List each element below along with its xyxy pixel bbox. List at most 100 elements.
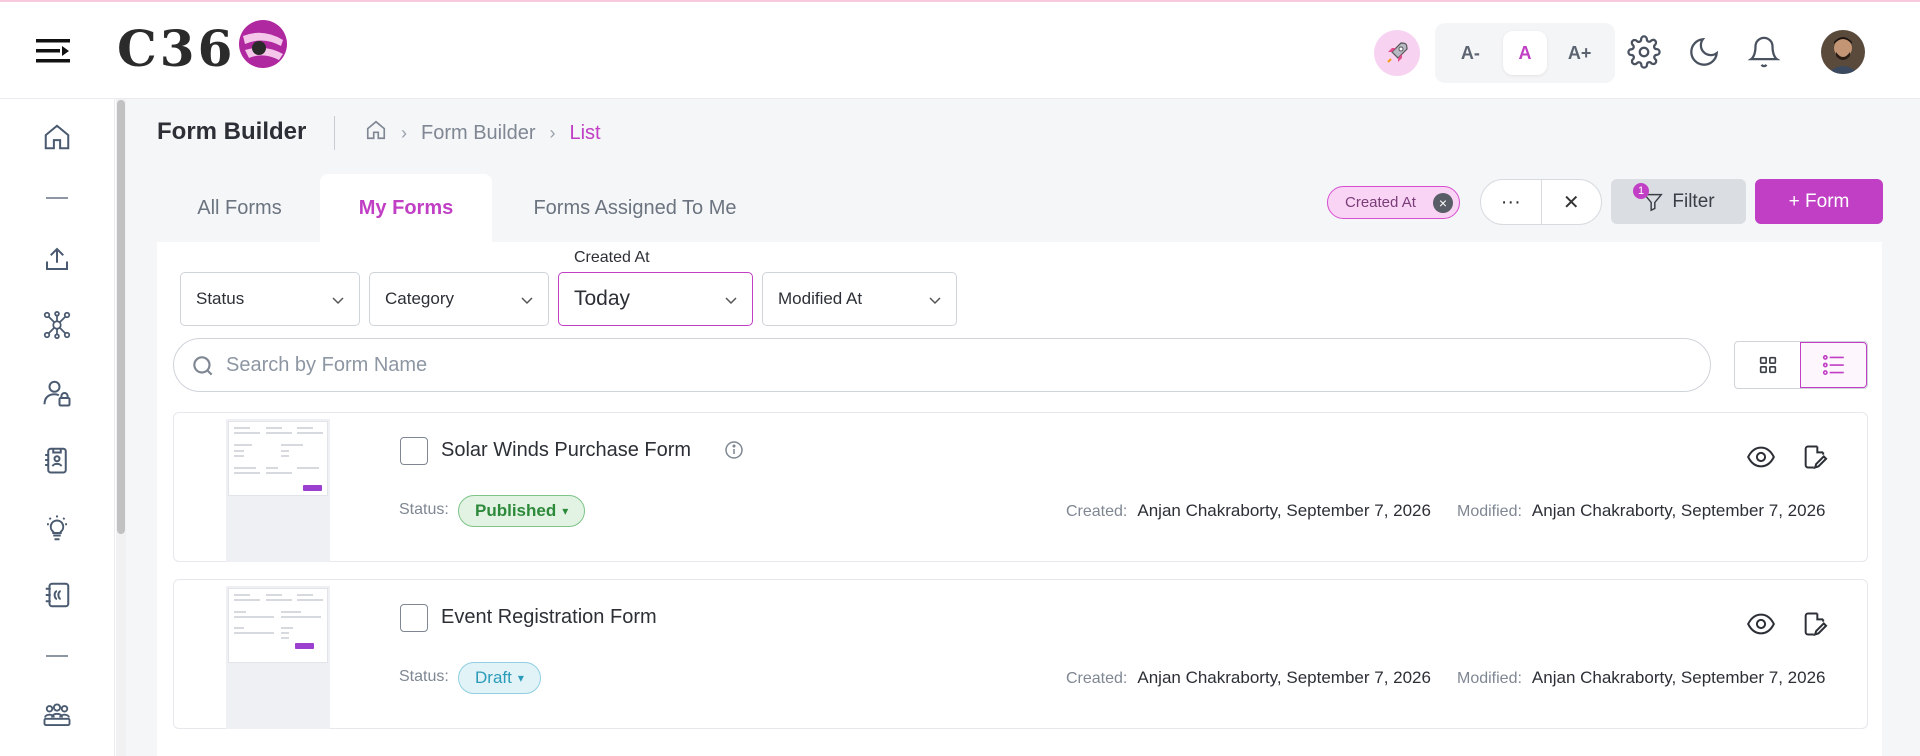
modified-info: Modified: Anjan Chakraborty, September 7,… [1457, 668, 1826, 688]
sidebar-user-lock-icon[interactable] [40, 376, 74, 410]
created-value: Anjan Chakraborty, September 7, 2026 [1137, 501, 1431, 520]
chevron-down-icon [929, 297, 941, 305]
status-badge[interactable]: Draft ▾ [458, 662, 541, 694]
sidebar-upload-icon[interactable] [40, 242, 74, 276]
created-label: Created: [1066, 503, 1128, 520]
chevron-down-icon: ▾ [562, 504, 569, 518]
dark-mode-moon-icon[interactable] [1687, 35, 1721, 69]
logo-sphere-icon [237, 18, 289, 70]
top-bar: C36 A- A A+ [0, 0, 1920, 99]
form-thumbnail [226, 419, 330, 562]
modified-at-filter-select[interactable]: Modified At [762, 272, 957, 326]
sidebar-divider [46, 197, 68, 199]
tab-forms-assigned-to-me[interactable]: Forms Assigned To Me [510, 174, 760, 242]
sidebar-home-icon[interactable] [40, 120, 74, 154]
modified-value: Anjan Chakraborty, September 7, 2026 [1531, 668, 1826, 687]
font-default-button[interactable]: A [1502, 31, 1547, 75]
chevron-down-icon: ▾ [517, 671, 524, 685]
form-select-checkbox[interactable] [400, 604, 428, 632]
sidebar-team-icon[interactable] [40, 698, 74, 732]
toolbar-pill-group: ··· ✕ [1480, 179, 1602, 225]
category-filter-select[interactable]: Category [369, 272, 549, 326]
status-value: Draft [475, 668, 512, 687]
status-label: Status: [399, 501, 449, 518]
view-toggle [1734, 341, 1868, 389]
view-eye-icon[interactable] [1747, 610, 1775, 638]
font-increase-button[interactable]: A+ [1558, 31, 1602, 75]
list-icon [1822, 354, 1844, 376]
modified-label: Modified: [1457, 503, 1522, 520]
breadcrumb-current: List [569, 121, 601, 144]
breadcrumb-home-icon[interactable] [365, 119, 387, 147]
created-at-filter-select[interactable]: Today [558, 272, 753, 326]
status-label: Status: [399, 668, 449, 685]
filter-count-badge: 1 [1633, 183, 1649, 199]
active-filter-chip-label: Created At [1345, 194, 1416, 211]
active-filter-chip[interactable]: Created At × [1327, 186, 1460, 219]
created-at-label: Created At [574, 249, 650, 266]
breadcrumb-form-builder-link[interactable]: Form Builder [421, 122, 535, 145]
page-title: Form Builder [157, 118, 307, 145]
search-icon [193, 356, 213, 376]
status-value: Published [475, 501, 557, 520]
list-view-button[interactable] [1800, 342, 1867, 388]
form-name[interactable]: Event Registration Form [441, 606, 657, 629]
sidebar-contacts-book-icon[interactable] [40, 578, 74, 612]
filter-button[interactable]: 1 Filter [1611, 179, 1746, 224]
sidebar-network-icon[interactable] [40, 308, 74, 342]
menu-toggle-icon[interactable] [36, 36, 70, 66]
created-info: Created: Anjan Chakraborty, September 7, … [1066, 668, 1431, 688]
modified-value: Anjan Chakraborty, September 7, 2026 [1531, 501, 1826, 520]
info-icon[interactable] [724, 440, 744, 460]
created-at-filter-value: Today [574, 287, 631, 310]
more-options-button[interactable]: ··· [1481, 180, 1541, 224]
form-preview-image [228, 588, 328, 663]
search-input[interactable] [226, 339, 1686, 391]
settings-gear-icon[interactable] [1627, 35, 1661, 69]
chevron-down-icon [725, 297, 737, 305]
notifications-bell-icon[interactable] [1747, 35, 1781, 69]
edit-form-icon[interactable] [1801, 610, 1829, 638]
created-value: Anjan Chakraborty, September 7, 2026 [1137, 668, 1431, 687]
font-decrease-button[interactable]: A- [1448, 31, 1492, 75]
logo-text: C36 [117, 18, 236, 78]
grid-view-button[interactable] [1735, 342, 1800, 388]
filter-button-label: Filter [1672, 190, 1715, 212]
edit-form-icon[interactable] [1801, 443, 1829, 471]
modified-info: Modified: Anjan Chakraborty, September 7,… [1457, 501, 1826, 521]
created-label: Created: [1066, 670, 1128, 687]
category-filter-value: Category [385, 289, 454, 308]
status-filter-value: Status [196, 289, 245, 308]
modified-at-filter-value: Modified At [778, 289, 863, 308]
status-badge[interactable]: Published ▾ [458, 495, 586, 527]
form-card[interactable]: Solar Winds Purchase Form Status: Publis… [173, 412, 1868, 562]
sidebar-badge-icon[interactable] [40, 443, 74, 477]
breadcrumb-chevron-icon: › [549, 122, 556, 143]
form-preview-image [228, 421, 328, 496]
app-logo[interactable]: C36 [117, 18, 289, 78]
form-select-checkbox[interactable] [400, 437, 428, 465]
clear-filters-button[interactable]: ✕ [1540, 180, 1602, 224]
chevron-down-icon [521, 297, 533, 305]
sidebar-divider [46, 655, 68, 657]
rocket-icon [1387, 42, 1408, 63]
chevron-down-icon [332, 297, 344, 305]
sidebar-lightbulb-icon[interactable] [40, 511, 74, 545]
title-separator [334, 116, 335, 150]
form-name[interactable]: Solar Winds Purchase Form [441, 439, 691, 462]
user-avatar[interactable] [1821, 30, 1865, 74]
rocket-button[interactable] [1374, 30, 1420, 76]
add-form-button[interactable]: + Form [1755, 179, 1883, 224]
font-size-controls: A- A A+ [1435, 23, 1615, 83]
grid-icon [1759, 356, 1776, 374]
remove-filter-chip-icon[interactable]: × [1433, 193, 1453, 213]
view-eye-icon[interactable] [1747, 443, 1775, 471]
sidebar-scroll-thumb[interactable] [117, 100, 125, 534]
tab-all-forms[interactable]: All Forms [157, 174, 322, 242]
status-filter-select[interactable]: Status [180, 272, 360, 326]
form-card[interactable]: Event Registration Form Status: Draft ▾ … [173, 579, 1868, 729]
created-info: Created: Anjan Chakraborty, September 7, … [1066, 501, 1431, 521]
breadcrumb-chevron-icon: › [401, 122, 407, 143]
tab-my-forms[interactable]: My Forms [320, 174, 492, 242]
search-box [173, 338, 1711, 392]
